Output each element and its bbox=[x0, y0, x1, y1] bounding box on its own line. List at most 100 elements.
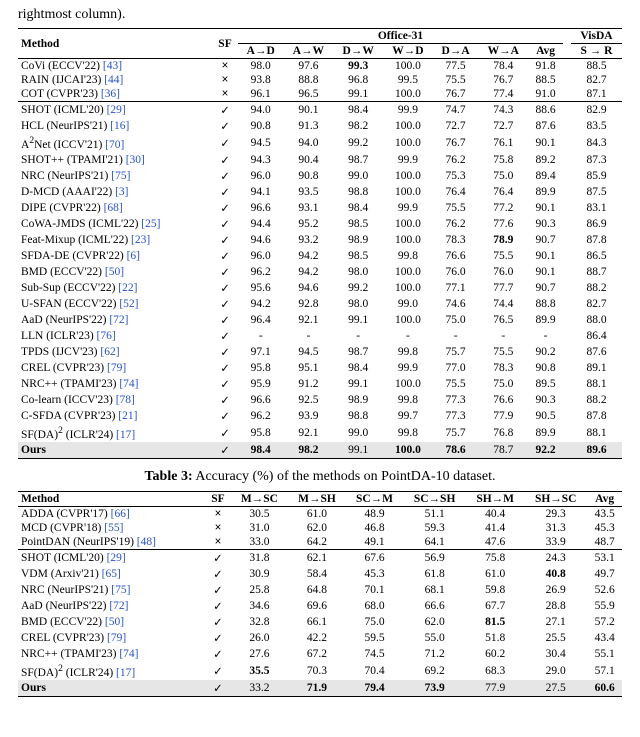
gap-cell bbox=[563, 280, 571, 296]
citation-link[interactable]: [78] bbox=[116, 394, 135, 406]
val-cell: 62.0 bbox=[403, 614, 466, 630]
citation-link[interactable]: [79] bbox=[107, 632, 126, 644]
table-row: ADDA (CVPR'17) [66]×30.561.048.951.140.4… bbox=[18, 506, 622, 521]
citation-link[interactable]: [6] bbox=[127, 250, 140, 262]
val-cell: 90.1 bbox=[528, 248, 563, 264]
citation-link[interactable]: [70] bbox=[105, 139, 124, 151]
val-cell: 98.4 bbox=[333, 360, 383, 376]
gap-cell bbox=[563, 59, 571, 74]
citation-link[interactable]: [76] bbox=[97, 330, 116, 342]
val-cell: 75.0 bbox=[433, 312, 479, 328]
method-cell: C-SFDA (CVPR'23) [21] bbox=[18, 408, 212, 424]
citation-link[interactable]: [29] bbox=[107, 104, 126, 116]
method-cell: NRC (NeurIPS'21) [75] bbox=[18, 168, 212, 184]
val-cell: 99.9 bbox=[383, 152, 433, 168]
val-cell: 94.2 bbox=[284, 248, 334, 264]
val-cell: 61.0 bbox=[288, 506, 346, 521]
sf-cell: ✓ bbox=[212, 102, 238, 119]
sf-cell: ✓ bbox=[212, 248, 238, 264]
val-cell: 62.1 bbox=[288, 549, 346, 566]
val-cell: 78.6 bbox=[433, 442, 479, 459]
gap-cell bbox=[563, 152, 571, 168]
val-cell: 43.5 bbox=[587, 506, 622, 521]
method-cell: Ours bbox=[18, 680, 205, 697]
val-cell: 74.5 bbox=[346, 646, 403, 662]
citation-link[interactable]: [74] bbox=[119, 648, 138, 660]
citation-link[interactable]: [43] bbox=[103, 60, 122, 72]
citation-link[interactable]: [16] bbox=[110, 120, 129, 132]
sf-cell: ✓ bbox=[212, 442, 238, 459]
sf-cell: ✓ bbox=[212, 344, 238, 360]
val-cell: 93.9 bbox=[284, 408, 334, 424]
val-cell: 95.8 bbox=[238, 360, 284, 376]
table-row: SF(DA)2 (ICLR'24) [17]✓95.892.199.099.87… bbox=[18, 424, 622, 442]
th-sf: SF bbox=[212, 29, 238, 59]
val-cell: 72.7 bbox=[478, 118, 528, 134]
sf-cell: ✓ bbox=[212, 376, 238, 392]
citation-link[interactable]: [55] bbox=[104, 522, 123, 534]
val-cell: 78.4 bbox=[478, 59, 528, 74]
citation-link[interactable]: [17] bbox=[116, 429, 135, 441]
val-cell: 93.1 bbox=[284, 200, 334, 216]
val-cell: 33.0 bbox=[231, 535, 288, 550]
gap-cell bbox=[563, 168, 571, 184]
val-cell: 99.8 bbox=[383, 344, 433, 360]
val-cell: 99.7 bbox=[383, 408, 433, 424]
val-cell: 55.0 bbox=[403, 630, 466, 646]
citation-link[interactable]: [30] bbox=[126, 154, 145, 166]
citation-link[interactable]: [72] bbox=[109, 600, 128, 612]
citation-link[interactable]: [74] bbox=[119, 378, 138, 390]
val-cell: 75.3 bbox=[433, 168, 479, 184]
val-cell: - bbox=[433, 328, 479, 344]
val-cell: 89.9 bbox=[528, 184, 563, 200]
val-cell: 77.0 bbox=[433, 360, 479, 376]
val-cell: 100.0 bbox=[383, 134, 433, 152]
val-cell: 76.2 bbox=[433, 216, 479, 232]
citation-link[interactable]: [48] bbox=[137, 536, 156, 548]
citation-link[interactable]: [79] bbox=[107, 362, 126, 374]
val-cell: 96.2 bbox=[238, 408, 284, 424]
citation-link[interactable]: [17] bbox=[116, 667, 135, 679]
citation-link[interactable]: [44] bbox=[104, 74, 123, 86]
citation-link[interactable]: [3] bbox=[115, 186, 128, 198]
val-cell: 92.8 bbox=[284, 296, 334, 312]
citation-link[interactable]: [22] bbox=[118, 282, 137, 294]
val-cell: 87.6 bbox=[528, 118, 563, 134]
citation-link[interactable]: [23] bbox=[131, 234, 150, 246]
val-cell: 70.1 bbox=[346, 582, 403, 598]
gap-cell bbox=[563, 118, 571, 134]
citation-link[interactable]: [36] bbox=[101, 88, 120, 100]
sf-cell: × bbox=[205, 535, 231, 550]
citation-link[interactable]: [50] bbox=[105, 616, 124, 628]
val-cell: 98.8 bbox=[333, 408, 383, 424]
th-D→W: D→W bbox=[333, 44, 383, 59]
citation-link[interactable]: [75] bbox=[111, 170, 130, 182]
val-cell: 88.6 bbox=[528, 102, 563, 119]
citation-link[interactable]: [29] bbox=[107, 552, 126, 564]
method-cell: NRC++ (TPAMI'23) [74] bbox=[18, 646, 205, 662]
table-row-ours: Ours✓98.498.299.1100.078.678.792.289.6 bbox=[18, 442, 622, 459]
val-cell: 93.5 bbox=[284, 184, 334, 200]
citation-link[interactable]: [62] bbox=[100, 346, 119, 358]
citation-link[interactable]: [65] bbox=[102, 568, 121, 580]
method-cell: HCL (NeurIPS'21) [16] bbox=[18, 118, 212, 134]
val-cell: 76.1 bbox=[478, 134, 528, 152]
val-cell: 49.1 bbox=[346, 535, 403, 550]
citation-link[interactable]: [66] bbox=[111, 508, 130, 520]
citation-link[interactable]: [50] bbox=[105, 266, 124, 278]
th-gap bbox=[563, 44, 571, 59]
citation-link[interactable]: [72] bbox=[109, 314, 128, 326]
citation-link[interactable]: [75] bbox=[111, 584, 130, 596]
val-cell: 57.2 bbox=[587, 614, 622, 630]
citation-link[interactable]: [68] bbox=[104, 202, 123, 214]
val-cell: 95.1 bbox=[284, 360, 334, 376]
val-cell: 42.2 bbox=[288, 630, 346, 646]
table-row: NRC++ (TPAMI'23) [74]✓95.991.299.1100.07… bbox=[18, 376, 622, 392]
table-row: SHOT (ICML'20) [29]✓94.090.198.499.974.7… bbox=[18, 102, 622, 119]
citation-link[interactable]: [25] bbox=[141, 218, 160, 230]
sr-cell: 82.7 bbox=[571, 73, 622, 87]
citation-link[interactable]: [52] bbox=[119, 298, 138, 310]
table-row: BMD (ECCV'22) [50]✓96.294.298.0100.076.0… bbox=[18, 264, 622, 280]
sf-cell: × bbox=[205, 506, 231, 521]
citation-link[interactable]: [21] bbox=[118, 410, 137, 422]
